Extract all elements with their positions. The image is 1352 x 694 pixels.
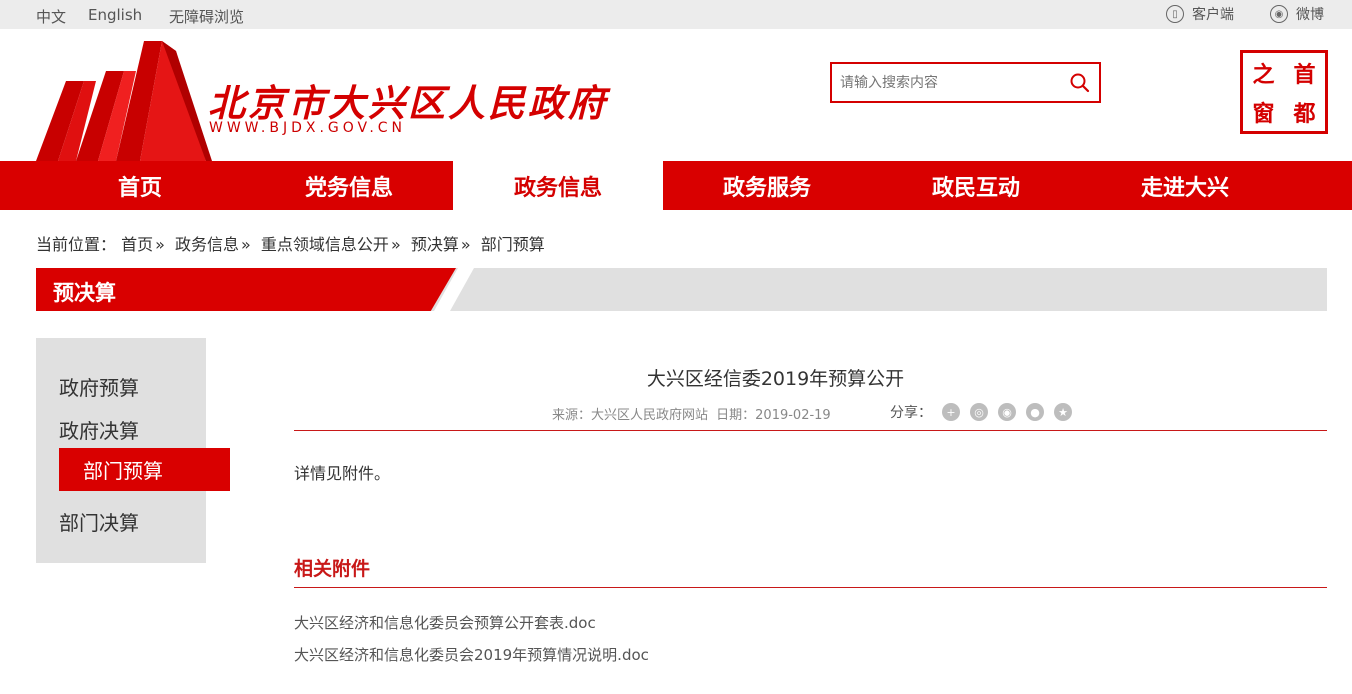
share-more-icon[interactable]: + (942, 403, 960, 421)
share-bar: 分享： + ◎ ◉ ● ★ (890, 402, 1072, 422)
sidebar: 政府预算 政府决算 部门预算 部门决算 (36, 338, 230, 563)
breadcrumb-separator: » (241, 235, 251, 254)
article-meta: 来源：大兴区人民政府网站 日期：2019-02-19 (552, 404, 835, 423)
section-banner: 预决算 (36, 268, 1327, 311)
lang-english-link[interactable]: English (88, 6, 142, 24)
breadcrumb: 当前位置： 首页» 政务信息» 重点领域信息公开» 预决算» 部门预算 (36, 231, 545, 255)
attachment-link[interactable]: 大兴区经济和信息化委员会预算公开套表.doc (294, 612, 596, 633)
breadcrumb-separator: » (155, 235, 165, 254)
breadcrumb-budget-final[interactable]: 预决算 (411, 235, 459, 254)
divider (294, 430, 1327, 431)
search-box (830, 62, 1101, 103)
sidebar-item-dept-budget[interactable]: 部门预算 (59, 448, 230, 491)
sidebar-item-government-final[interactable]: 政府决算 (59, 415, 139, 444)
attachment-link[interactable]: 大兴区经济和信息化委员会2019年预算情况说明.doc (294, 644, 649, 665)
site-title[interactable]: 北京市大兴区人民政府 (208, 73, 608, 127)
seal-char: 首 (1293, 62, 1316, 88)
top-bar: 中文 English 无障碍浏览 ▯ 客户端 ◉ 微博 (0, 0, 1352, 29)
divider (294, 587, 1327, 588)
share-qzone-icon[interactable]: ★ (1054, 403, 1072, 421)
article-date: 日期：2019-02-19 (716, 408, 831, 423)
search-icon[interactable] (1069, 72, 1091, 94)
capital-window-seal[interactable]: 之 首 窗 都 (1240, 50, 1328, 134)
seal-char: 都 (1293, 101, 1316, 127)
main-nav: 首页 党务信息 政务信息 政务服务 政民互动 走进大兴 (0, 161, 1352, 210)
attachments-title: 相关附件 (294, 558, 371, 580)
share-label: 分享： (890, 405, 932, 421)
client-label: 客户端 (1192, 7, 1234, 23)
article-title: 大兴区经信委2019年预算公开 (646, 368, 905, 390)
accessibility-link[interactable]: 无障碍浏览 (169, 6, 244, 27)
lang-chinese-link[interactable]: 中文 (36, 6, 66, 27)
nav-public-interaction[interactable]: 政民互动 (871, 161, 1081, 210)
logo-graphic (36, 41, 212, 161)
nav-government-services[interactable]: 政务服务 (662, 161, 872, 210)
search-input[interactable] (832, 64, 1062, 101)
section-title: 预决算 (53, 281, 116, 305)
share-weibo-icon[interactable]: ◉ (998, 403, 1016, 421)
sidebar-item-dept-final[interactable]: 部门决算 (59, 507, 139, 536)
site-header: 北京市大兴区人民政府 WWW.BJDX.GOV.CN 之 首 窗 都 (0, 29, 1352, 161)
article-body: 详情见附件。 (294, 464, 391, 483)
breadcrumb-separator: » (390, 235, 401, 254)
site-url: WWW.BJDX.GOV.CN (209, 120, 407, 136)
article-source: 来源：大兴区人民政府网站 (552, 408, 709, 423)
breadcrumb-government-affairs[interactable]: 政务信息 (175, 235, 239, 254)
weibo-icon: ◉ (1270, 5, 1288, 23)
share-wechat-icon[interactable]: ◎ (970, 403, 988, 421)
mobile-icon: ▯ (1166, 5, 1184, 23)
weibo-label: 微博 (1296, 7, 1324, 23)
breadcrumb-key-areas[interactable]: 重点领域信息公开 (261, 235, 389, 254)
weibo-link[interactable]: ◉ 微博 (1270, 4, 1324, 24)
nav-government-affairs[interactable]: 政务信息 (453, 161, 663, 210)
client-link[interactable]: ▯ 客户端 (1166, 4, 1234, 24)
share-qq-icon[interactable]: ● (1026, 403, 1044, 421)
seal-char: 窗 (1252, 101, 1275, 127)
breadcrumb-dept-budget[interactable]: 部门预算 (481, 235, 545, 254)
nav-home[interactable]: 首页 (35, 161, 245, 210)
nav-about-daxing[interactable]: 走进大兴 (1080, 161, 1290, 210)
breadcrumb-prefix: 当前位置： (36, 235, 117, 254)
seal-char: 之 (1252, 62, 1275, 88)
breadcrumb-home[interactable]: 首页 (121, 235, 153, 254)
breadcrumb-separator: » (460, 235, 471, 254)
sidebar-item-government-budget[interactable]: 政府预算 (59, 372, 139, 401)
nav-party-affairs[interactable]: 党务信息 (244, 161, 454, 210)
